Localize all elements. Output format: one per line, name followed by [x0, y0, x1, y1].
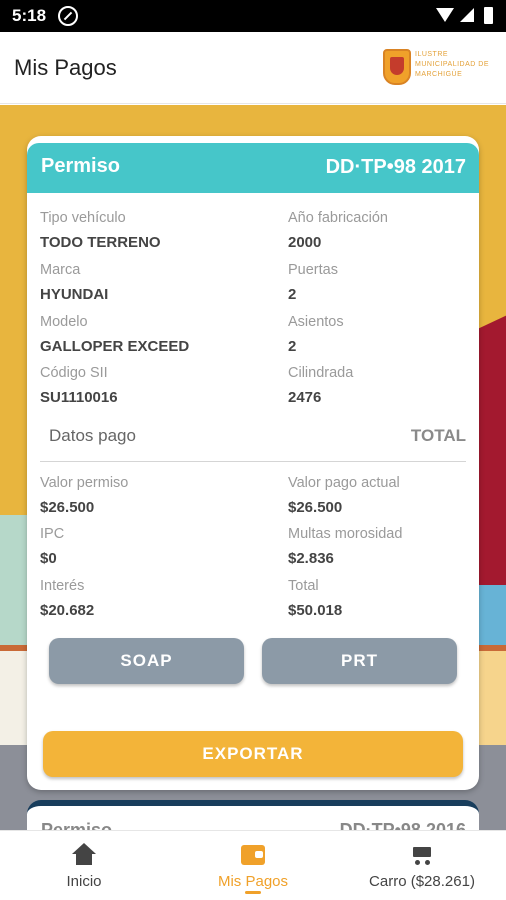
valor-pago-actual-value: $26.500: [288, 499, 343, 516]
shield-icon: [383, 49, 411, 85]
home-icon: [72, 843, 96, 865]
ipc-label: IPC: [40, 526, 65, 542]
cilindrada-label: Cilindrada: [288, 365, 354, 381]
wifi-icon: [436, 8, 454, 22]
codigo-sii-label: Código SII: [40, 365, 108, 381]
nav-label-inicio: Inicio: [66, 873, 102, 890]
nav-item-inicio[interactable]: Inicio: [0, 831, 168, 900]
cilindrada-value: 2476: [288, 389, 322, 406]
ipc-value: $0: [40, 550, 57, 567]
datos-pago-label: Datos pago: [49, 426, 136, 445]
total-value: $50.018: [288, 602, 343, 619]
battery-icon: [484, 7, 493, 24]
status-time: 5:18: [12, 6, 47, 25]
nav-label-mis-pagos: Mis Pagos: [217, 873, 289, 890]
anio-fabricacion-value: 2000: [288, 234, 322, 251]
anio-fabricacion-label: Año fabricación: [288, 210, 388, 226]
permit-card-header: Permiso DD·TP•98 2017: [27, 143, 479, 193]
nav-label-carro: Carro ($28.261): [369, 873, 475, 890]
page-title: Mis Pagos: [14, 55, 117, 80]
modelo-value: GALLOPER EXCEED: [40, 338, 190, 355]
total-header: TOTAL: [410, 426, 466, 445]
interes-value: $20.682: [40, 602, 95, 619]
sync-icon: [58, 6, 78, 26]
signal-icon: [460, 8, 474, 22]
tipo-vehiculo-value: TODO TERRENO: [40, 234, 161, 251]
cart-icon: [410, 845, 434, 865]
permit-title: Permiso: [41, 155, 120, 177]
multas-morosidad-label: Multas morosidad: [288, 526, 403, 542]
tipo-vehiculo-label: Tipo vehículo: [40, 210, 126, 226]
total-label: Total: [288, 578, 319, 594]
nav-item-mis-pagos[interactable]: Mis Pagos: [168, 831, 338, 900]
marca-label: Marca: [40, 262, 81, 278]
active-indicator: [245, 891, 261, 894]
valor-permiso-label: Valor permiso: [40, 475, 129, 491]
bottom-navigation: Inicio Mis Pagos Carro ($28.261): [0, 830, 506, 900]
marca-value: HYUNDAI: [40, 286, 109, 303]
multas-morosidad-value: $2.836: [288, 550, 334, 567]
valor-pago-actual-label: Valor pago actual: [288, 475, 400, 491]
wallet-icon: [241, 845, 265, 865]
permit-card: Permiso DD·TP•98 2017 Tipo vehículo TODO…: [27, 136, 479, 790]
divider: [40, 461, 466, 462]
puertas-value: 2: [288, 286, 297, 303]
nav-item-carro[interactable]: Carro ($28.261): [338, 831, 506, 900]
asientos-value: 2: [288, 338, 297, 355]
modelo-label: Modelo: [40, 314, 88, 330]
permit-code: DD·TP•98 2017: [325, 156, 466, 178]
app-header: Mis Pagos ILUSTRE MUNICIPALIDAD DE MARCH…: [0, 32, 506, 104]
prt-button[interactable]: PRT: [262, 638, 457, 684]
logo-text: ILUSTRE MUNICIPALIDAD DE MARCHIGÜE: [415, 51, 489, 78]
municipality-logo: ILUSTRE MUNICIPALIDAD DE MARCHIGÜE: [383, 49, 493, 85]
interes-label: Interés: [40, 578, 85, 594]
puertas-label: Puertas: [288, 262, 338, 278]
asientos-label: Asientos: [288, 314, 344, 330]
codigo-sii-value: SU1110016: [40, 389, 118, 406]
export-button[interactable]: EXPORTAR: [43, 731, 463, 777]
status-bar: 5:18: [0, 0, 506, 32]
soap-button[interactable]: SOAP: [49, 638, 244, 684]
valor-permiso-value: $26.500: [40, 499, 95, 516]
